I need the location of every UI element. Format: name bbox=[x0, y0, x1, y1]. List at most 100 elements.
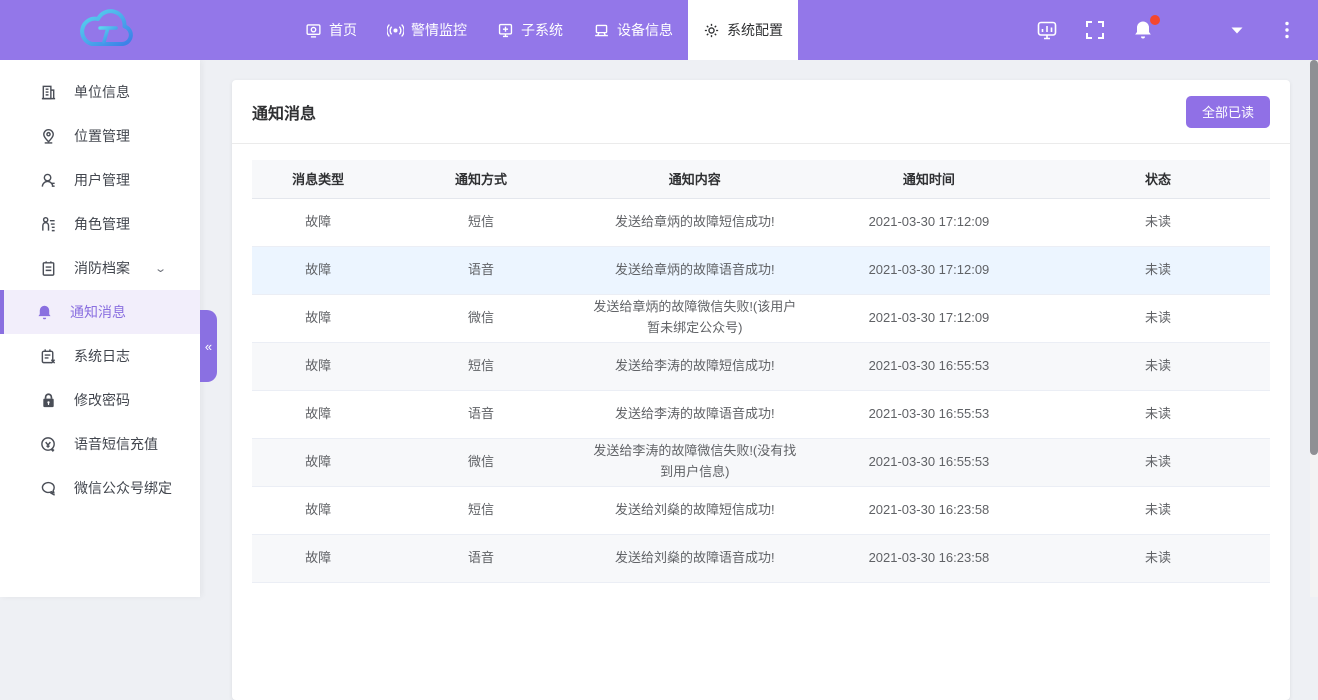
card-header: 通知消息 全部已读 bbox=[232, 80, 1290, 144]
table-cell: 发送给刘燊的故障短信成功! bbox=[578, 486, 812, 534]
log-icon bbox=[40, 348, 57, 365]
sidebar-item-wechat-binding[interactable]: 微信公众号绑定 bbox=[0, 466, 200, 510]
lock-icon bbox=[40, 392, 57, 409]
sidebar-item-change-password[interactable]: 修改密码 bbox=[0, 378, 200, 422]
kebab-menu-icon[interactable] bbox=[1276, 19, 1298, 41]
sidebar-item-label: 系统日志 bbox=[74, 346, 130, 366]
sidebar-item-label: 消防档案 bbox=[74, 258, 130, 278]
nav-item-home[interactable]: 首页 bbox=[290, 0, 372, 60]
notification-badge bbox=[1150, 15, 1160, 25]
user-icon bbox=[40, 172, 57, 189]
notifications-table-wrap: 消息类型 通知方式 通知内容 通知时间 状态 故障短信发送给章炳的故障短信成功!… bbox=[232, 144, 1290, 583]
table-cell: 未读 bbox=[1046, 534, 1270, 582]
nav-item-label: 子系统 bbox=[521, 20, 563, 40]
gear-icon bbox=[703, 22, 720, 39]
mark-all-read-button[interactable]: 全部已读 bbox=[1186, 96, 1270, 128]
sidebar-collapse-handle[interactable]: « bbox=[200, 310, 217, 382]
fullscreen-icon[interactable] bbox=[1084, 19, 1106, 41]
building-icon bbox=[40, 84, 57, 101]
sidebar-item-unit-info[interactable]: 单位信息 bbox=[0, 70, 200, 114]
sidebar-item-label: 角色管理 bbox=[74, 214, 130, 234]
table-cell: 发送给李涛的故障语音成功! bbox=[578, 390, 812, 438]
table-cell: 发送给章炳的故障语音成功! bbox=[578, 246, 812, 294]
table-row[interactable]: 故障语音发送给李涛的故障语音成功!2021-03-30 16:55:53未读 bbox=[252, 390, 1270, 438]
table-cell: 语音 bbox=[384, 534, 577, 582]
table-cell: 未读 bbox=[1046, 246, 1270, 294]
table-cell: 发送给李涛的故障微信失败!(没有找到用户信息) bbox=[578, 438, 812, 486]
table-cell: 未读 bbox=[1046, 294, 1270, 342]
sidebar-item-label: 微信公众号绑定 bbox=[74, 478, 172, 498]
nav-item-label: 首页 bbox=[329, 20, 357, 40]
nav-item-system-config[interactable]: 系统配置 bbox=[688, 0, 798, 60]
recharge-icon bbox=[40, 436, 57, 453]
wechat-icon bbox=[40, 480, 57, 497]
table-cell: 语音 bbox=[384, 390, 577, 438]
notifications-card: 通知消息 全部已读 消息类型 通知方式 通知内容 通知时间 状态 故障短信发送给 bbox=[232, 80, 1290, 700]
sidebar-item-user-mgmt[interactable]: 用户管理 bbox=[0, 158, 200, 202]
main-content: 通知消息 全部已读 消息类型 通知方式 通知内容 通知时间 状态 故障短信发送给 bbox=[200, 60, 1318, 597]
table-cell: 2021-03-30 16:23:58 bbox=[812, 534, 1046, 582]
table-row[interactable]: 故障短信发送给刘燊的故障短信成功!2021-03-30 16:23:58未读 bbox=[252, 486, 1270, 534]
sidebar-item-label: 通知消息 bbox=[70, 302, 126, 322]
sidebar-item-label: 修改密码 bbox=[74, 390, 130, 410]
sidebar-item-label: 语音短信充值 bbox=[74, 434, 158, 454]
table-row[interactable]: 故障语音发送给刘燊的故障语音成功!2021-03-30 16:23:58未读 bbox=[252, 534, 1270, 582]
device-info-icon bbox=[593, 22, 610, 39]
scrollbar-thumb[interactable] bbox=[1310, 60, 1318, 455]
sidebar-item-notifications[interactable]: 通知消息 bbox=[0, 290, 200, 334]
nav-item-device-info[interactable]: 设备信息 bbox=[578, 0, 688, 60]
table-cell: 故障 bbox=[252, 198, 384, 246]
bell-icon bbox=[36, 304, 53, 321]
table-cell: 发送给章炳的故障微信失败!(该用户暂未绑定公众号) bbox=[578, 294, 812, 342]
location-icon bbox=[40, 128, 57, 145]
table-cell: 短信 bbox=[384, 486, 577, 534]
sidebar-item-label: 用户管理 bbox=[74, 170, 130, 190]
topbar-actions bbox=[1036, 19, 1298, 41]
table-cell: 短信 bbox=[384, 342, 577, 390]
table-header-row: 消息类型 通知方式 通知内容 通知时间 状态 bbox=[252, 160, 1270, 198]
topbar: 首页 警情监控 子系统 设备信息 bbox=[0, 0, 1318, 60]
table-cell: 发送给章炳的故障短信成功! bbox=[578, 198, 812, 246]
table-cell: 发送给李涛的故障短信成功! bbox=[578, 342, 812, 390]
table-row[interactable]: 故障语音发送给章炳的故障语音成功!2021-03-30 17:12:09未读 bbox=[252, 246, 1270, 294]
column-header: 通知方式 bbox=[384, 160, 577, 198]
table-cell: 2021-03-30 17:12:09 bbox=[812, 246, 1046, 294]
table-cell: 未读 bbox=[1046, 198, 1270, 246]
table-cell: 微信 bbox=[384, 294, 577, 342]
subsystem-icon bbox=[497, 22, 514, 39]
caret-down-icon[interactable] bbox=[1226, 19, 1248, 41]
table-cell: 短信 bbox=[384, 198, 577, 246]
column-header: 通知内容 bbox=[578, 160, 812, 198]
table-row[interactable]: 故障微信发送给李涛的故障微信失败!(没有找到用户信息)2021-03-30 16… bbox=[252, 438, 1270, 486]
nav-item-alert-monitor[interactable]: 警情监控 bbox=[372, 0, 482, 60]
table-cell: 故障 bbox=[252, 294, 384, 342]
table-body: 故障短信发送给章炳的故障短信成功!2021-03-30 17:12:09未读故障… bbox=[252, 198, 1270, 582]
sidebar-item-voice-sms-recharge[interactable]: 语音短信充值 bbox=[0, 422, 200, 466]
table-cell: 故障 bbox=[252, 438, 384, 486]
table-row[interactable]: 故障短信发送给李涛的故障短信成功!2021-03-30 16:55:53未读 bbox=[252, 342, 1270, 390]
sidebar-item-role-mgmt[interactable]: 角色管理 bbox=[0, 202, 200, 246]
table-cell: 未读 bbox=[1046, 438, 1270, 486]
table-cell: 故障 bbox=[252, 534, 384, 582]
column-header: 通知时间 bbox=[812, 160, 1046, 198]
scrollbar-track[interactable] bbox=[1310, 60, 1318, 597]
collapse-chevrons-icon: « bbox=[205, 339, 212, 354]
table-cell: 2021-03-30 16:55:53 bbox=[812, 342, 1046, 390]
table-cell: 未读 bbox=[1046, 486, 1270, 534]
sidebar-item-label: 单位信息 bbox=[74, 82, 130, 102]
table-cell: 语音 bbox=[384, 246, 577, 294]
nav-item-label: 警情监控 bbox=[411, 20, 467, 40]
cloud-logo-icon bbox=[70, 8, 162, 52]
sidebar-item-location[interactable]: 位置管理 bbox=[0, 114, 200, 158]
table-row[interactable]: 故障短信发送给章炳的故障短信成功!2021-03-30 17:12:09未读 bbox=[252, 198, 1270, 246]
page-title: 通知消息 bbox=[252, 100, 316, 124]
table-cell: 故障 bbox=[252, 246, 384, 294]
sidebar-item-fire-archive[interactable]: 消防档案 ⌄ bbox=[0, 246, 200, 290]
dashboard-chart-icon[interactable] bbox=[1036, 19, 1058, 41]
table-cell: 微信 bbox=[384, 438, 577, 486]
nav-item-subsystem[interactable]: 子系统 bbox=[482, 0, 578, 60]
table-row[interactable]: 故障微信发送给章炳的故障微信失败!(该用户暂未绑定公众号)2021-03-30 … bbox=[252, 294, 1270, 342]
sidebar-item-system-log[interactable]: 系统日志 bbox=[0, 334, 200, 378]
bell-icon[interactable] bbox=[1132, 19, 1154, 41]
table-cell: 2021-03-30 16:55:53 bbox=[812, 390, 1046, 438]
